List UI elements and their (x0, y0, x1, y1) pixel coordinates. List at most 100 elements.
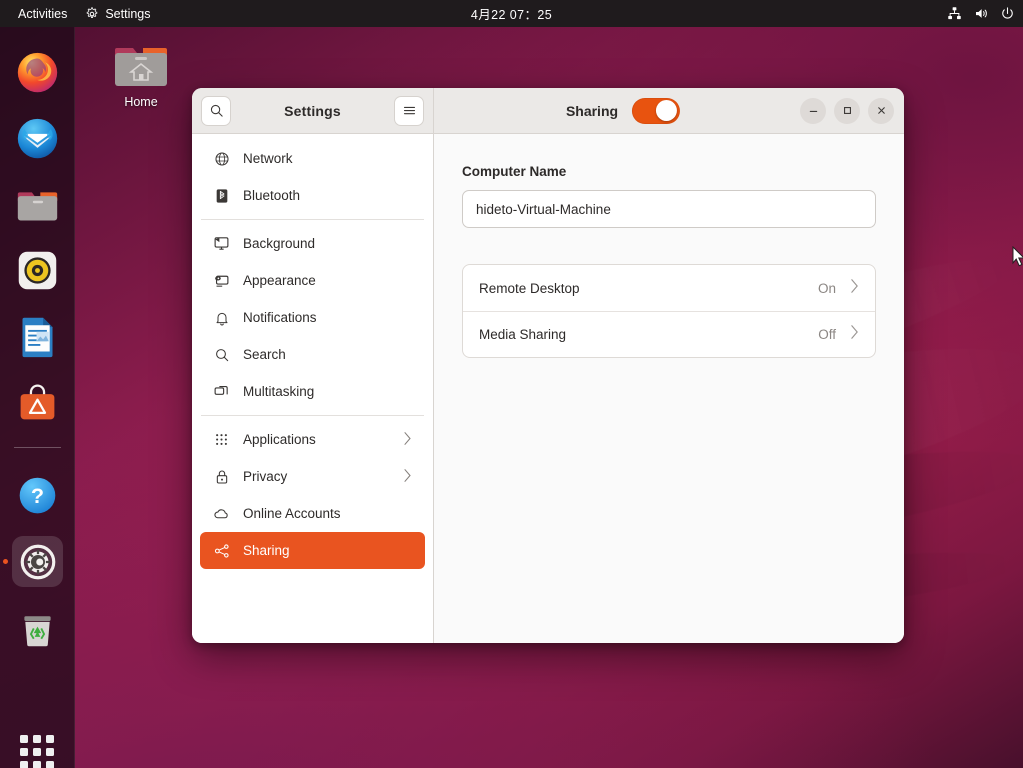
sidebar-item-label: Multitasking (243, 384, 412, 399)
window-controls (800, 98, 894, 124)
volume-icon (973, 6, 989, 21)
monitor-icon (213, 235, 230, 252)
titlebar-right: Sharing (434, 88, 904, 133)
list-item-label: Remote Desktop (479, 281, 818, 296)
top-bar: Activities Settings 4月22 07：25 (0, 0, 1023, 27)
window-titlebar[interactable]: Settings Sharing (192, 88, 904, 134)
list-item-media-sharing[interactable]: Media Sharing Off (463, 311, 875, 357)
search-button[interactable] (201, 96, 231, 126)
firefox-icon (15, 50, 60, 95)
chevron-right-icon (850, 324, 859, 345)
settings-content: Computer Name hideto-Virtual-Machine Rem… (434, 134, 904, 643)
close-icon (876, 105, 887, 116)
sidebar-item-network[interactable]: Network (200, 140, 425, 177)
bell-icon (213, 309, 230, 326)
libreoffice-writer-icon (15, 314, 60, 359)
help-icon: ? (15, 473, 60, 518)
dock: ? (0, 27, 75, 768)
app-grid-dot (33, 735, 41, 743)
bluetooth-icon (213, 187, 230, 204)
sharing-toggle[interactable] (632, 98, 680, 124)
maximize-button[interactable] (834, 98, 860, 124)
app-grid-dot (33, 748, 41, 756)
grid-dots-icon (213, 431, 230, 448)
list-item-value: Off (818, 327, 836, 342)
sidebar-item-label: Background (243, 236, 412, 251)
wired-network-icon (947, 6, 962, 21)
sidebar-item-label: Network (243, 151, 412, 166)
sidebar-item-background[interactable]: Background (200, 225, 425, 262)
mouse-cursor (1012, 246, 1023, 270)
window-title: Settings (231, 103, 394, 119)
appearance-icon (213, 272, 230, 289)
app-menu-button[interactable]: Settings (76, 3, 159, 25)
window-body: Network Bluetooth (192, 134, 904, 643)
sidebar-item-appearance[interactable]: Appearance (200, 262, 425, 299)
sidebar-item-privacy[interactable]: Privacy (200, 458, 425, 495)
thunderbird-icon (15, 116, 60, 161)
sidebar-item-applications[interactable]: Applications (200, 421, 425, 458)
sidebar-item-notifications[interactable]: Notifications (200, 299, 425, 336)
sidebar-item-sharing[interactable]: Sharing (200, 532, 425, 569)
sidebar-item-multitasking[interactable]: Multitasking (200, 373, 425, 410)
dock-item-libreoffice-writer[interactable] (12, 311, 63, 362)
menu-button[interactable] (394, 96, 424, 126)
share-icon (213, 542, 230, 559)
app-menu-label: Settings (105, 7, 150, 21)
dock-item-rhythmbox[interactable] (12, 245, 63, 296)
dock-item-files[interactable] (12, 179, 63, 230)
app-grid-dot (46, 748, 54, 756)
lock-icon (213, 468, 230, 485)
windows-icon (213, 383, 230, 400)
rhythmbox-icon (15, 248, 60, 293)
clock-label: 4月22 07：25 (471, 4, 552, 23)
dock-separator (14, 447, 61, 448)
sharing-toggle-knob (656, 100, 677, 121)
minimize-button[interactable] (800, 98, 826, 124)
search-icon (209, 103, 224, 118)
sidebar-separator (201, 415, 424, 416)
settings-gear-icon (17, 541, 59, 583)
app-grid-dot (46, 761, 54, 768)
app-grid-dot (20, 735, 28, 743)
app-grid-dot (46, 735, 54, 743)
home-folder-icon (113, 42, 169, 90)
trash-icon (15, 605, 60, 650)
hamburger-menu-icon (402, 103, 417, 118)
dock-item-settings[interactable] (12, 536, 63, 587)
dock-item-ubuntu-software[interactable] (12, 377, 63, 428)
desktop-icon-home[interactable]: Home (108, 42, 174, 109)
sidebar-item-label: Search (243, 347, 412, 362)
activities-button[interactable]: Activities (9, 3, 76, 25)
sidebar-item-search[interactable]: Search (200, 336, 425, 373)
app-grid-dot (20, 748, 28, 756)
sidebar-item-label: Appearance (243, 273, 412, 288)
system-tray[interactable] (947, 0, 1015, 27)
svg-text:?: ? (31, 483, 44, 508)
ubuntu-software-icon (15, 380, 60, 425)
sidebar-item-label: Bluetooth (243, 188, 412, 203)
sidebar-item-label: Privacy (243, 469, 390, 484)
settings-window: Settings Sharing (192, 88, 904, 643)
sidebar-item-online-accounts[interactable]: Online Accounts (200, 495, 425, 532)
sidebar-item-bluetooth[interactable]: Bluetooth (200, 177, 425, 214)
globe-icon (213, 150, 230, 167)
list-item-remote-desktop[interactable]: Remote Desktop On (463, 265, 875, 311)
computer-name-input[interactable]: hideto-Virtual-Machine (462, 190, 876, 228)
maximize-icon (842, 105, 853, 116)
dock-item-trash[interactable] (12, 602, 63, 653)
dock-item-help[interactable]: ? (12, 470, 63, 521)
dock-item-firefox[interactable] (12, 47, 63, 98)
chevron-right-icon (403, 431, 412, 449)
dock-running-indicator (3, 559, 8, 564)
page-title-group: Sharing (566, 98, 680, 124)
sidebar-item-label: Sharing (243, 543, 412, 558)
files-folder-icon (15, 182, 60, 227)
show-applications-button[interactable] (17, 732, 57, 768)
desktop-icon-home-label: Home (124, 95, 157, 109)
app-grid-dot (33, 761, 41, 768)
search-icon (213, 346, 230, 363)
sidebar-separator (201, 219, 424, 220)
close-button[interactable] (868, 98, 894, 124)
dock-item-thunderbird[interactable] (12, 113, 63, 164)
